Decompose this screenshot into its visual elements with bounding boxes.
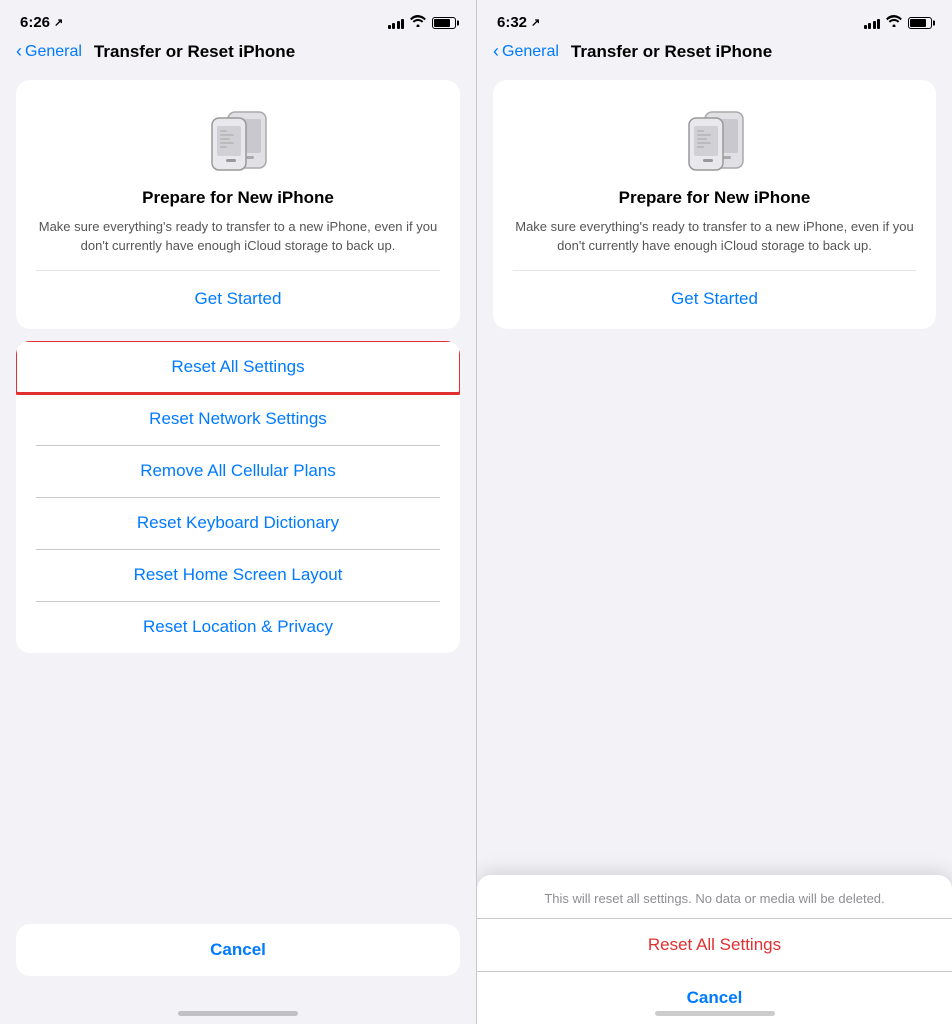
reset-network-settings-button[interactable]: Reset Network Settings [16,393,460,445]
page-title-right: Transfer or Reset iPhone [571,42,772,62]
prepare-card-left: Prepare for New iPhone Make sure everyth… [16,80,460,329]
status-bar-right: 6:32 ↗ [477,0,952,37]
signal-icon-left [388,17,405,29]
prepare-title-left: Prepare for New iPhone [142,188,334,208]
dialog-cancel-button[interactable]: Cancel [477,972,952,1024]
cancel-section-left: Cancel [0,924,476,996]
content-right: Prepare for New iPhone Make sure everyth… [477,70,952,996]
location-arrow-icon-left: ↗ [54,16,63,29]
signal-icon-right [864,17,881,29]
location-arrow-icon-right: ↗ [531,16,540,29]
home-indicator-left [0,996,476,1024]
reset-home-screen-button[interactable]: Reset Home Screen Layout [16,549,460,601]
phone-transfer-icon-left [198,104,278,174]
prepare-desc-left: Make sure everything's ready to transfer… [36,218,440,256]
cancel-button-left[interactable]: Cancel [16,924,460,976]
prepare-desc-right: Make sure everything's ready to transfer… [513,218,916,256]
status-bar-left: 6:26 ↗ [0,0,476,37]
chevron-left-icon-left: ‹ [16,41,22,62]
wifi-icon-right [886,15,902,30]
reset-list-left: Reset All Settings Reset Network Setting… [16,341,460,653]
reset-dialog: This will reset all settings. No data or… [477,875,952,1024]
chevron-left-icon-right: ‹ [493,41,499,62]
nav-bar-left: ‹ General Transfer or Reset iPhone [0,37,476,70]
back-button-right[interactable]: ‹ General [493,41,559,62]
page-title-left: Transfer or Reset iPhone [94,42,295,62]
status-icons-right [864,15,933,30]
status-icons-left [388,15,457,30]
dialog-message: This will reset all settings. No data or… [477,875,952,919]
prepare-card-right: Prepare for New iPhone Make sure everyth… [493,80,936,329]
dialog-reset-button[interactable]: Reset All Settings [477,919,952,972]
divider-left [36,270,440,271]
phone-transfer-icon-right [675,104,755,174]
left-panel: 6:26 ↗ ‹ Gener [0,0,476,1024]
back-button-left[interactable]: ‹ General [16,41,82,62]
reset-keyboard-dictionary-button[interactable]: Reset Keyboard Dictionary [16,497,460,549]
prepare-title-right: Prepare for New iPhone [619,188,811,208]
get-started-button-right[interactable]: Get Started [671,285,758,313]
get-started-button-left[interactable]: Get Started [195,285,282,313]
status-time-left: 6:26 ↗ [20,14,63,31]
content-left: Prepare for New iPhone Make sure everyth… [0,70,476,924]
wifi-icon-left [410,15,426,30]
reset-location-privacy-button[interactable]: Reset Location & Privacy [16,601,460,653]
divider-right [513,270,916,271]
remove-cellular-plans-button[interactable]: Remove All Cellular Plans [16,445,460,497]
right-panel: 6:32 ↗ ‹ Gener [476,0,952,1024]
battery-icon-left [432,17,456,29]
battery-icon-right [908,17,932,29]
nav-bar-right: ‹ General Transfer or Reset iPhone [477,37,952,70]
reset-all-settings-button[interactable]: Reset All Settings [16,341,460,393]
status-time-right: 6:32 ↗ [497,14,540,31]
